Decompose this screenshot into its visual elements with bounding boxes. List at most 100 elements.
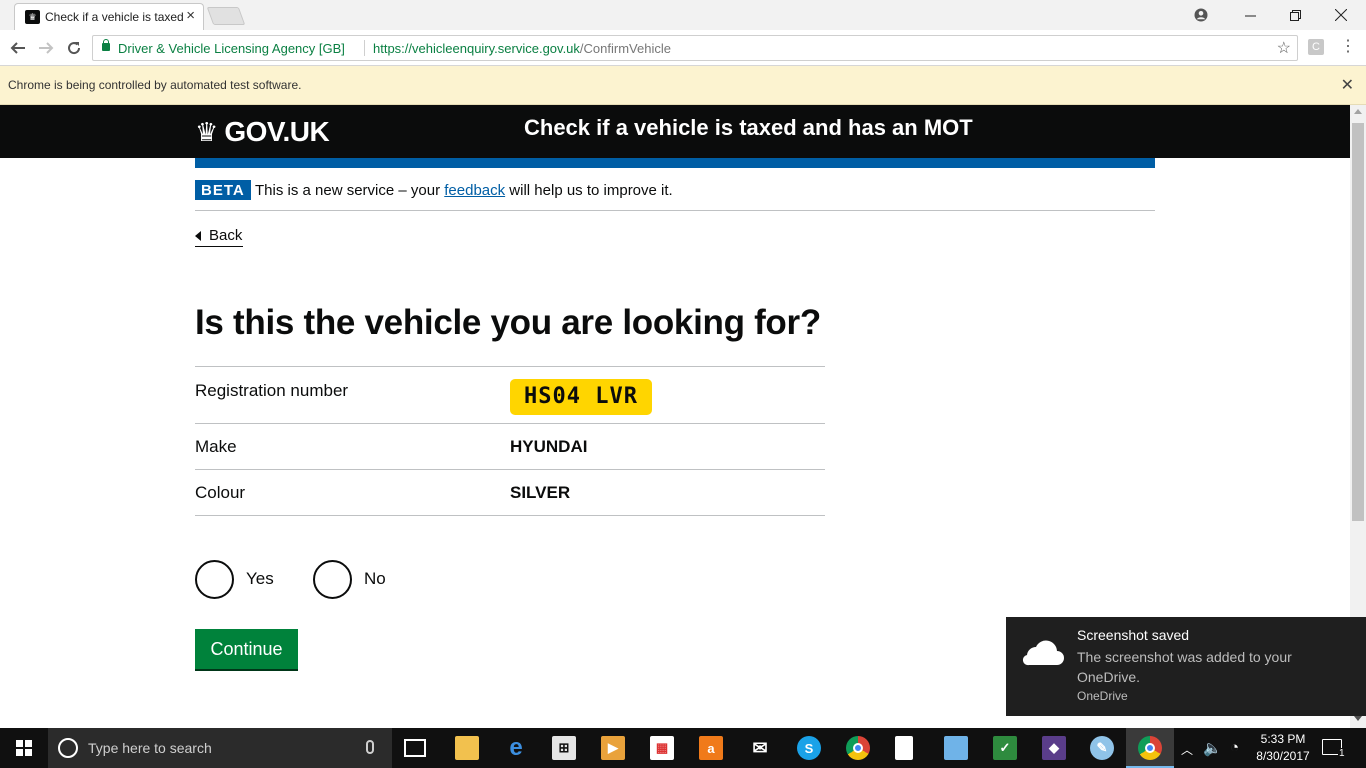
phase-text-before: This is a new service – your <box>255 182 445 199</box>
chrome-icon[interactable] <box>846 736 870 760</box>
radio-yes[interactable]: Yes <box>195 559 274 599</box>
make-label: Make <box>195 437 237 456</box>
scrollbar-thumb[interactable] <box>1352 123 1364 521</box>
govuk-header: ♛ GOV.UK Check if a vehicle is taxed and… <box>0 105 1350 158</box>
colour-value: SILVER <box>510 483 571 502</box>
bookmark-star-icon[interactable]: ☆ <box>1277 38 1291 58</box>
media-player-icon[interactable]: ▶ <box>601 736 625 760</box>
number-plate: HS04 LVR <box>510 379 652 415</box>
registration-label: Registration number <box>195 381 349 400</box>
page-title: Is this the vehicle you are looking for? <box>195 303 821 342</box>
search-placeholder: Type here to search <box>88 740 212 756</box>
extension-icon[interactable]: C <box>1308 39 1324 55</box>
new-tab-button[interactable] <box>206 7 246 25</box>
govuk-favicon-icon: ♛ <box>25 10 40 24</box>
task-view-icon[interactable] <box>404 739 426 757</box>
close-window-icon[interactable] <box>1318 0 1364 30</box>
tab-close-icon[interactable]: × <box>186 8 195 24</box>
avast-icon[interactable]: a <box>699 736 723 760</box>
automation-infobar: Chrome is being controlled by automated … <box>0 66 1366 105</box>
summary-row-make: Make HYUNDAI <box>195 424 825 470</box>
govuk-logo[interactable]: ♛ GOV.UK <box>195 115 330 149</box>
system-clock[interactable]: 5:33 PM 8/30/2017 <box>1253 731 1313 765</box>
taskbar-chrome-active[interactable] <box>1126 728 1174 768</box>
file-explorer-icon[interactable] <box>455 736 479 760</box>
back-arrow-icon[interactable] <box>6 36 30 60</box>
crown-icon: ♛ <box>195 116 219 147</box>
radio-no[interactable]: No <box>313 559 386 599</box>
back-link-label: Back <box>209 227 243 244</box>
chrome-active-icon <box>1138 736 1162 760</box>
volume-icon[interactable]: 🔈 <box>1203 739 1222 757</box>
radio-yes-circle[interactable] <box>195 559 234 599</box>
back-triangle-icon <box>195 231 201 241</box>
browser-titlebar: ♛ Check if a vehicle is taxed × <box>0 0 1366 30</box>
summary-row-registration: Registration number HS04 LVR <box>195 367 825 424</box>
profile-icon[interactable] <box>1178 0 1224 30</box>
clock-time: 5:33 PM <box>1260 732 1306 746</box>
notification-title: Screenshot saved <box>1077 627 1190 643</box>
windows-taskbar: Type here to search e ⊞ ▶ ▦ a ✉ S ✓ ◆ ✎ … <box>0 728 1366 768</box>
reload-icon[interactable] <box>62 36 86 60</box>
header-blue-rule <box>195 158 1155 168</box>
onedrive-notification[interactable]: Screenshot saved The screenshot was adde… <box>1006 617 1366 716</box>
url-scheme: https:// <box>373 41 413 56</box>
phase-banner: BETA This is a new service – your feedba… <box>195 178 1155 211</box>
beta-tag: BETA <box>195 180 251 200</box>
windows-logo-icon <box>16 740 32 756</box>
onedrive-cloud-icon <box>1022 640 1064 666</box>
notepad-icon[interactable] <box>895 736 913 760</box>
summary-row-colour: Colour SILVER <box>195 470 825 516</box>
phase-text-after: will help us to improve it. <box>505 182 673 199</box>
chrome-menu-icon[interactable]: ⋮ <box>1340 38 1356 56</box>
paint-icon[interactable]: ✎ <box>1090 736 1114 760</box>
skype-icon[interactable]: S <box>797 736 821 760</box>
phase-banner-text: This is a new service – your feedback wi… <box>255 182 673 199</box>
url-text: https://vehicleenquiry.service.gov.uk/Co… <box>373 41 671 56</box>
network-icon[interactable]: ◔ <box>1230 739 1239 756</box>
microphone-icon[interactable] <box>366 740 374 754</box>
tab-title: Check if a vehicle is taxed <box>45 10 184 24</box>
url-host: vehicleenquiry.service.gov.uk <box>412 41 580 56</box>
taskbar-search[interactable]: Type here to search <box>48 728 392 768</box>
store-icon[interactable]: ⊞ <box>552 736 576 760</box>
colour-label: Colour <box>195 483 246 502</box>
back-link[interactable]: Back <box>195 225 244 247</box>
radio-no-circle[interactable] <box>313 559 352 599</box>
tray-chevron-up-icon[interactable]: ︿ <box>1181 741 1193 758</box>
notification-body: The screenshot was added to your OneDriv… <box>1077 649 1292 685</box>
radio-yes-label[interactable]: Yes <box>246 569 274 589</box>
mail-icon[interactable]: ✉ <box>748 736 772 760</box>
cortana-icon <box>58 738 78 758</box>
scroll-up-icon[interactable] <box>1354 109 1362 114</box>
continue-button[interactable]: Continue <box>195 629 298 669</box>
notification-count: 1 <box>1338 748 1346 759</box>
clock-date: 8/30/2017 <box>1256 749 1310 763</box>
edge-icon[interactable]: e <box>504 734 528 761</box>
url-path: /ConfirmVehicle <box>579 41 671 56</box>
address-separator <box>364 40 365 56</box>
browser-toolbar: Driver & Vehicle Licensing Agency [GB] h… <box>0 30 1366 66</box>
make-value: HYUNDAI <box>510 437 588 456</box>
spreadsheet-icon[interactable]: ✓ <box>993 736 1017 760</box>
start-button[interactable] <box>0 728 48 768</box>
infobar-close-icon[interactable]: ✕ <box>1341 75 1354 95</box>
forward-arrow-icon[interactable] <box>34 36 58 60</box>
remote-desktop-icon[interactable] <box>944 736 968 760</box>
service-name[interactable]: Check if a vehicle is taxed and has an M… <box>524 115 973 141</box>
certificate-org: Driver & Vehicle Licensing Agency [GB] <box>118 41 345 56</box>
feedback-link[interactable]: feedback <box>444 182 505 199</box>
game-icon[interactable]: ◆ <box>1042 736 1066 760</box>
lock-icon <box>102 39 110 51</box>
restore-icon[interactable] <box>1272 0 1318 30</box>
govuk-logo-text: GOV.UK <box>224 116 330 147</box>
minimize-icon[interactable] <box>1227 0 1273 30</box>
scroll-down-icon[interactable] <box>1354 716 1362 721</box>
grid-app-icon[interactable]: ▦ <box>650 736 674 760</box>
address-bar[interactable]: Driver & Vehicle Licensing Agency [GB] h… <box>92 35 1298 61</box>
infobar-message: Chrome is being controlled by automated … <box>8 78 302 92</box>
vehicle-summary: Registration number HS04 LVR Make HYUNDA… <box>195 366 825 516</box>
notification-app-name: OneDrive <box>1077 689 1128 703</box>
browser-tab[interactable]: ♛ Check if a vehicle is taxed × <box>14 3 204 30</box>
radio-no-label[interactable]: No <box>364 569 386 589</box>
